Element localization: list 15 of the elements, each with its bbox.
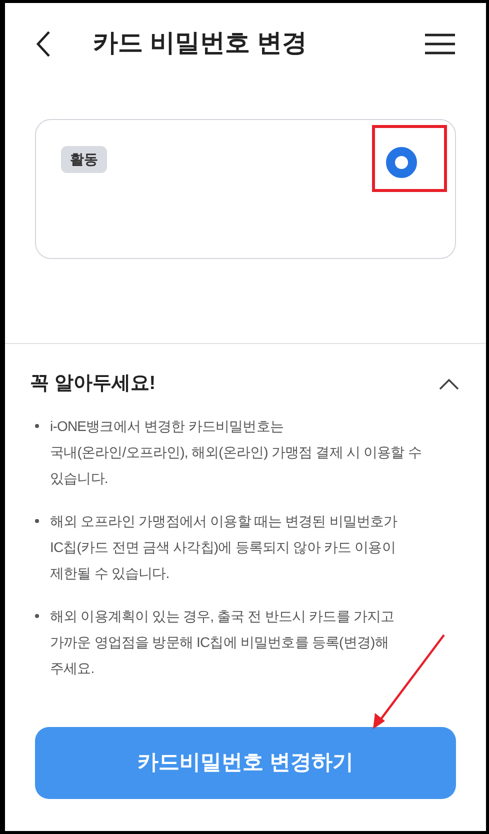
account-card[interactable]: 활동 — [35, 119, 456, 259]
chevron-up-icon — [439, 378, 459, 390]
bullet-icon — [35, 424, 39, 428]
status-badge: 활동 — [61, 146, 107, 173]
radio-button[interactable] — [386, 147, 417, 178]
page-title: 카드 비밀번호 변경 — [93, 28, 308, 60]
back-icon — [35, 30, 51, 58]
menu-icon — [425, 33, 455, 55]
bullet-icon — [35, 614, 39, 618]
notice-item: i-ONE뱅크에서 변경한 카드비밀번호는 국내(온라인/오프라인), 해외(온라인) 가맹점 결제 시 이용할 수 있습니다. — [50, 416, 422, 488]
notice-item: 해외 오프라인 가맹점에서 이용할 때는 변경된 비밀번호가 IC칩(카드 전면 금색 사각칩)에 등록되지 않아 카드 이용이 제한될 수 있습니다. — [50, 512, 398, 582]
bullet-icon — [35, 518, 39, 522]
menu-button[interactable] — [424, 31, 456, 57]
notice-title: 꼭 알아두세요! — [30, 372, 156, 396]
notice-item: 해외 이용계획이 있는 경우, 출국 전 반드시 카드를 가지고 가까운 영업점을 방문해 IC칩에 비밀번호를 등록(변경)해 주세요. — [50, 606, 394, 678]
